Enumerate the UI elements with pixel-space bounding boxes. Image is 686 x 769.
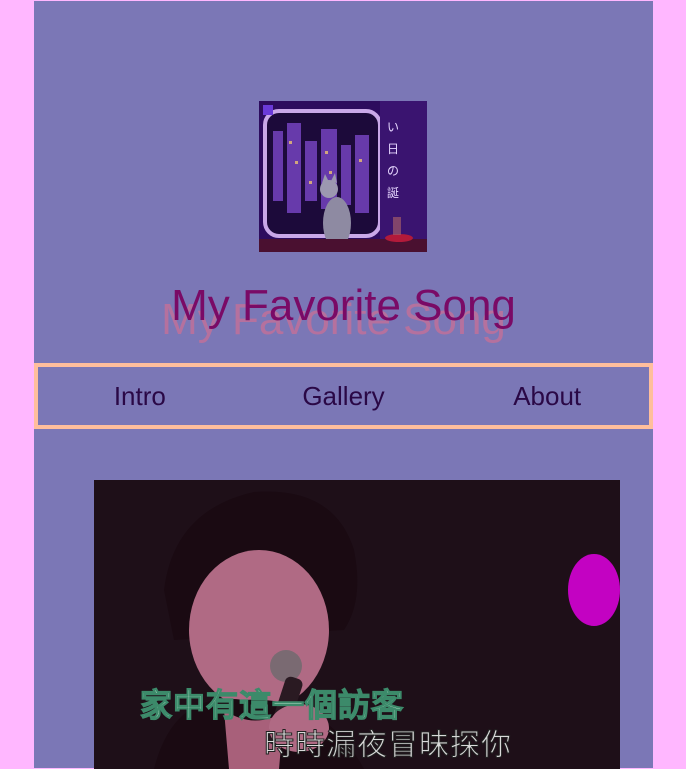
video-still[interactable]: 家中有這一個訪客 時時漏夜冒昧探你: [94, 480, 620, 769]
page-title: My Favorite Song My Favorite Song: [34, 281, 653, 351]
svg-text:誕: 誕: [387, 186, 399, 200]
main-nav: Intro Gallery About: [34, 363, 653, 429]
album-cover-image: い 日 の 誕: [259, 101, 427, 252]
page-panel: い 日 の 誕 My Favorite Song My Favorite Son…: [34, 1, 653, 769]
nav-item-about[interactable]: About: [445, 381, 649, 412]
cover-illustration: い 日 の 誕: [259, 101, 427, 252]
svg-text:日: 日: [387, 142, 399, 156]
nav-item-gallery[interactable]: Gallery: [242, 381, 446, 412]
svg-text:い: い: [387, 120, 399, 134]
page-title-text: My Favorite Song: [171, 281, 516, 330]
svg-text:の: の: [387, 164, 399, 178]
video-subtitle-line2: 時時漏夜冒昧探你: [264, 728, 512, 764]
nav-item-intro[interactable]: Intro: [38, 381, 242, 412]
